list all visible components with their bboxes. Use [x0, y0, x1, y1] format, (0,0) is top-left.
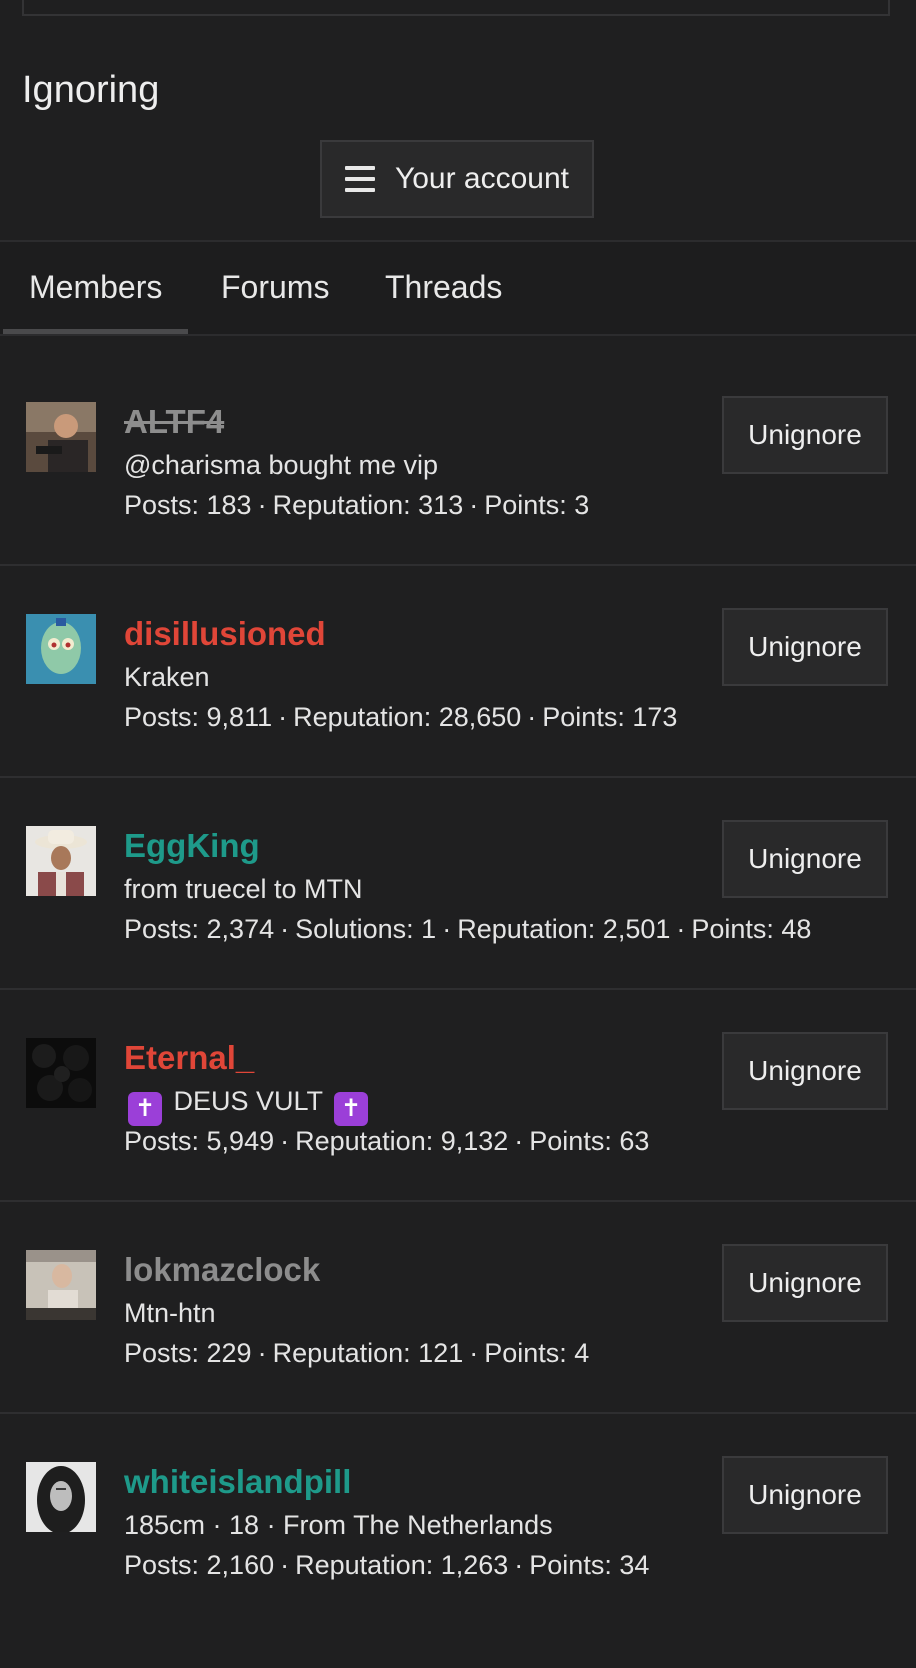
- avatar[interactable]: [26, 826, 96, 896]
- member-row: lokmazclock Mtn-htn Posts: 229 · Reputatio…: [0, 1202, 916, 1414]
- stat-separator: ·: [280, 914, 290, 944]
- stat-separator: ·: [257, 1338, 267, 1368]
- unignore-button[interactable]: Unignore: [722, 1456, 888, 1534]
- latin-cross-icon: ✝: [334, 1092, 369, 1126]
- hamburger-menu-icon: [344, 166, 375, 192]
- avatar[interactable]: [26, 402, 96, 472]
- member-title: Kraken: [124, 662, 210, 692]
- unignore-button[interactable]: Unignore: [722, 820, 888, 898]
- member-stat: Posts: 229: [124, 1338, 252, 1368]
- member-title: @charisma bought me vip: [124, 450, 439, 480]
- member-name[interactable]: ALTF4: [124, 402, 224, 442]
- member-title: Mtn-htn: [124, 1298, 216, 1328]
- member-stats: Posts: 5,949 · Reputation: 9,132 · Points: 6…: [124, 1124, 649, 1158]
- your-account-label: Your account: [394, 162, 570, 195]
- member-name[interactable]: whiteislandpill: [124, 1462, 351, 1502]
- member-title-text: DEUS VULT: [173, 1086, 323, 1116]
- member-stat: Posts: 2,160: [124, 1550, 275, 1580]
- stat-separator: ·: [278, 702, 288, 732]
- unignore-button[interactable]: Unignore: [722, 396, 888, 474]
- member-stat: Reputation: 313: [272, 490, 464, 520]
- member-row: EggKing from truecel to MTN Posts: 2,374…: [0, 778, 916, 990]
- stat-separator: ·: [442, 914, 452, 944]
- member-stat: Points: 48: [691, 914, 812, 944]
- member-stat: Points: 4: [484, 1338, 590, 1368]
- tab-threads[interactable]: Threads: [385, 242, 502, 334]
- member-stat: Points: 63: [529, 1126, 650, 1156]
- previous-panel-edge: [22, 0, 890, 16]
- ignored-members-list: ALTF4 @charisma bought me vip Posts: 183…: [0, 354, 916, 1626]
- member-name[interactable]: disillusioned: [124, 614, 326, 654]
- member-stat: Points: 173: [542, 702, 678, 732]
- avatar[interactable]: [26, 1250, 96, 1320]
- stat-separator: ·: [514, 1126, 524, 1156]
- member-name[interactable]: lokmazclock: [124, 1250, 320, 1290]
- unignore-button[interactable]: Unignore: [722, 1244, 888, 1322]
- member-title: ✝ DEUS VULT ✝: [124, 1084, 372, 1126]
- stat-separator: ·: [469, 490, 479, 520]
- member-stat: Solutions: 1: [295, 914, 437, 944]
- member-stat: Reputation: 121: [272, 1338, 464, 1368]
- stat-separator: ·: [280, 1550, 290, 1580]
- member-stat: Posts: 9,811: [124, 702, 273, 732]
- ignore-tabs: Members Forums Threads: [0, 240, 916, 336]
- page-title: Ignoring: [22, 69, 160, 111]
- avatar[interactable]: [26, 614, 96, 684]
- member-row: whiteislandpill 185cm · 18 · From The Ne…: [0, 1414, 916, 1626]
- your-account-button[interactable]: Your account: [320, 140, 594, 218]
- stat-separator: ·: [527, 702, 537, 732]
- member-stats: Posts: 2,160 · Reputation: 1,263 · Points: 3…: [124, 1548, 649, 1582]
- member-name[interactable]: Eternal_: [124, 1038, 254, 1078]
- member-row: Eternal_ ✝ DEUS VULT ✝ Posts: 5,949 · Repu…: [0, 990, 916, 1202]
- latin-cross-icon: ✝: [128, 1092, 162, 1126]
- member-stat: Posts: 5,949: [124, 1126, 275, 1156]
- member-title: 185cm · 18 · From The Netherlands: [124, 1510, 553, 1540]
- member-row: disillusioned Kraken Posts: 9,811 · Reputa…: [0, 566, 916, 778]
- member-stats: Posts: 229 · Reputation: 121 · Points: 4: [124, 1336, 589, 1370]
- member-stat: Reputation: 9,132: [295, 1126, 509, 1156]
- unignore-button[interactable]: Unignore: [722, 608, 888, 686]
- avatar[interactable]: [26, 1038, 96, 1108]
- member-row: ALTF4 @charisma bought me vip Posts: 183…: [0, 354, 916, 566]
- member-stats: Posts: 2,374 · Solutions: 1 · Reputation: 2,…: [124, 912, 811, 946]
- member-name[interactable]: EggKing: [124, 826, 260, 866]
- member-stats: Posts: 183 · Reputation: 313 · Points: 3: [124, 488, 589, 522]
- stat-separator: ·: [280, 1126, 290, 1156]
- member-stat: Points: 34: [529, 1550, 650, 1580]
- member-stat: Reputation: 1,263: [295, 1550, 509, 1580]
- tab-members[interactable]: Members: [2, 242, 189, 334]
- member-stat: Points: 3: [484, 490, 590, 520]
- member-stat: Posts: 183: [124, 490, 252, 520]
- member-stat: Reputation: 2,501: [457, 914, 671, 944]
- member-stats: Posts: 9,811 · Reputation: 28,650 · Points: …: [124, 700, 677, 734]
- stat-separator: ·: [257, 490, 267, 520]
- member-stat: Posts: 2,374: [124, 914, 275, 944]
- stat-separator: ·: [676, 914, 686, 944]
- member-stat: Reputation: 28,650: [293, 702, 522, 732]
- tab-forums[interactable]: Forums: [221, 242, 329, 334]
- avatar[interactable]: [26, 1462, 96, 1532]
- stat-separator: ·: [469, 1338, 479, 1368]
- unignore-button[interactable]: Unignore: [722, 1032, 888, 1110]
- stat-separator: ·: [514, 1550, 524, 1580]
- member-title: from truecel to MTN: [124, 874, 363, 904]
